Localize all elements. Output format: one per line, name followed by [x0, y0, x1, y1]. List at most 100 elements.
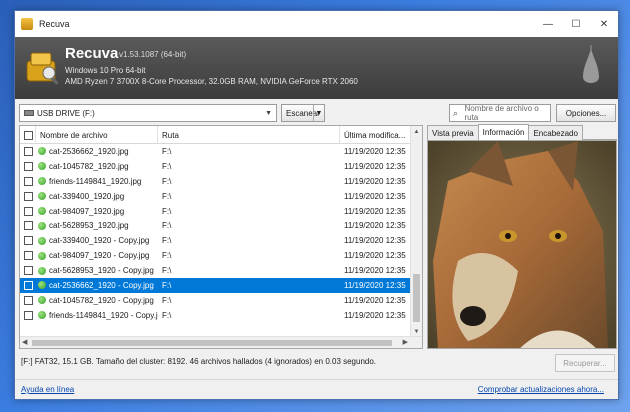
hardware-info: AMD Ryzen 7 3700X 8-Core Processor, 32.0…	[65, 77, 358, 86]
file-path: F:\	[162, 295, 172, 305]
file-date: 11/19/2020 12:35	[344, 251, 406, 261]
tab-informacion[interactable]: Información	[477, 124, 530, 140]
recoverable-status-icon	[38, 207, 46, 215]
filename-search-input[interactable]: ⌕ Nombre de archivo o ruta	[449, 104, 551, 122]
chevron-down-icon: ▼	[265, 110, 272, 117]
preview-image	[427, 140, 617, 349]
file-row[interactable]: cat-984097_1920 - Copy.jpg F:\ 11/19/2020 …	[20, 248, 410, 263]
vertical-scrollbar[interactable]: ▲ ▼	[410, 126, 422, 338]
file-checkbox[interactable]	[24, 161, 33, 171]
scroll-left-icon[interactable]: ◀	[22, 338, 27, 346]
online-help-link[interactable]: Ayuda en línea	[21, 385, 74, 394]
file-row[interactable]: cat-5628953_1920.jpg F:\ 11/19/2020 12:35	[20, 218, 410, 233]
file-row[interactable]: cat-5628953_1920 - Copy.jpg F:\ 11/19/2020…	[20, 263, 410, 278]
file-path: F:\	[162, 266, 172, 276]
check-updates-link[interactable]: Comprobar actualizaciones ahora...	[478, 385, 604, 394]
file-date: 11/19/2020 12:35	[344, 280, 406, 290]
file-path: F:\	[162, 221, 172, 231]
options-button[interactable]: Opciones...	[556, 104, 616, 122]
file-list: Nombre de archivo Ruta Última modifica..…	[19, 125, 423, 349]
file-checkbox-cell[interactable]	[24, 308, 36, 323]
file-date: 11/19/2020 12:35	[344, 161, 406, 171]
drive-select[interactable]: USB DRIVE (F:) ▼	[19, 104, 277, 122]
column-header-path[interactable]: Ruta	[158, 126, 340, 144]
file-checkbox-cell[interactable]	[24, 189, 36, 204]
file-checkbox[interactable]	[24, 266, 33, 276]
column-header-date[interactable]: Última modifica...	[340, 126, 412, 144]
file-path: F:\	[162, 251, 172, 261]
header-select-all[interactable]	[20, 126, 36, 144]
search-placeholder: Nombre de archivo o ruta	[464, 104, 539, 122]
file-checkbox-cell[interactable]	[24, 218, 36, 233]
scan-dropdown-icon[interactable]: ▼	[313, 105, 324, 121]
title-bar[interactable]: Recuva — ☐ ✕	[15, 11, 618, 37]
file-name-cell: cat-2536662_1920 - Copy.jpg	[38, 278, 158, 293]
file-checkbox[interactable]	[24, 251, 33, 261]
scan-status: [F:] FAT32, 15.1 GB. Tamaño del cluster:…	[21, 357, 377, 366]
file-row[interactable]: cat-339400_1920.jpg F:\ 11/19/2020 12:35	[20, 189, 410, 204]
file-checkbox-cell[interactable]	[24, 159, 36, 174]
recuva-app-icon	[21, 18, 33, 30]
file-row[interactable]: cat-339400_1920 - Copy.jpg F:\ 11/19/2020 …	[20, 233, 410, 248]
recoverable-status-icon	[38, 147, 46, 156]
file-checkbox-cell[interactable]	[24, 204, 36, 219]
recoverable-status-icon	[38, 192, 46, 201]
file-checkbox[interactable]	[24, 146, 33, 156]
file-checkbox-cell[interactable]	[24, 174, 36, 189]
close-button[interactable]: ✕	[590, 11, 618, 37]
file-checkbox-cell[interactable]	[24, 293, 36, 308]
os-info: Windows 10 Pro 64-bit	[65, 66, 146, 75]
file-row[interactable]: friends-1149841_1920.jpg F:\ 11/19/2020 12…	[20, 174, 410, 189]
minimize-button[interactable]: —	[534, 11, 562, 37]
file-row[interactable]: cat-1045782_1920 - Copy.jpg F:\ 11/19/2020…	[20, 293, 410, 308]
file-name: cat-1045782_1920.jpg	[49, 161, 129, 171]
file-checkbox[interactable]	[24, 206, 33, 216]
file-name: friends-1149841_1920.jpg	[49, 176, 142, 186]
maximize-button[interactable]: ☐	[562, 11, 590, 37]
scroll-up-icon[interactable]: ▲	[411, 126, 422, 138]
file-name: cat-5628953_1920.jpg	[49, 221, 129, 231]
file-checkbox[interactable]	[24, 295, 33, 305]
file-checkbox-cell[interactable]	[24, 233, 36, 248]
app-name: Recuva	[65, 45, 119, 62]
file-row[interactable]: cat-1045782_1920.jpg F:\ 11/19/2020 12:35	[20, 159, 410, 174]
horizontal-scrollbar[interactable]: ◀ ▶	[20, 336, 422, 348]
file-path: F:\	[162, 280, 172, 290]
file-checkbox[interactable]	[24, 191, 33, 201]
file-name-cell: cat-1045782_1920.jpg	[38, 159, 158, 174]
column-header-name[interactable]: Nombre de archivo	[36, 126, 158, 144]
file-date: 11/19/2020 12:35	[344, 191, 406, 201]
window-controls: — ☐ ✕	[534, 11, 618, 37]
file-checkbox[interactable]	[24, 236, 33, 246]
file-date: 11/19/2020 12:35	[344, 310, 406, 320]
select-all-checkbox[interactable]	[24, 130, 33, 140]
file-date: 11/19/2020 12:35	[344, 176, 406, 186]
tab-encabezado[interactable]: Encabezado	[528, 125, 583, 140]
scroll-right-icon[interactable]: ▶	[403, 338, 408, 346]
file-checkbox[interactable]	[24, 176, 33, 186]
file-date: 11/19/2020 12:35	[344, 221, 406, 231]
file-row[interactable]: cat-984097_1920.jpg F:\ 11/19/2020 12:35	[20, 204, 410, 219]
file-checkbox-cell[interactable]	[24, 263, 36, 278]
preview-tabs: Vista previa Información Encabezado	[427, 124, 617, 140]
file-row[interactable]: cat-2536662_1920.jpg F:\ 11/19/2020 12:35	[20, 144, 410, 159]
file-checkbox-cell[interactable]	[24, 278, 36, 293]
file-checkbox-cell[interactable]	[24, 248, 36, 263]
tab-vista-previa[interactable]: Vista previa	[427, 125, 479, 140]
recover-button[interactable]: Recuperar...	[555, 354, 615, 372]
file-path: F:\	[162, 176, 172, 186]
scroll-thumb[interactable]	[413, 274, 420, 322]
scan-button[interactable]: Escanear ▼	[281, 104, 325, 122]
drive-select-value: USB DRIVE (F:)	[37, 108, 95, 118]
horizontal-scroll-thumb[interactable]	[32, 340, 392, 346]
file-name-cell: cat-339400_1920 - Copy.jpg	[38, 233, 158, 248]
file-checkbox-cell[interactable]	[24, 144, 36, 159]
file-name-cell: cat-984097_1920 - Copy.jpg	[38, 248, 158, 263]
file-row[interactable]: cat-2536662_1920 - Copy.jpg F:\ 11/19/2020…	[20, 278, 410, 293]
file-checkbox[interactable]	[24, 280, 33, 290]
recoverable-status-icon	[38, 296, 46, 305]
file-checkbox[interactable]	[24, 221, 33, 231]
file-row[interactable]: friends-1149841_1920 - Copy.jpg F:\ 11/19/…	[20, 308, 410, 323]
file-name-cell: friends-1149841_1920.jpg	[38, 174, 158, 189]
file-checkbox[interactable]	[24, 310, 33, 320]
